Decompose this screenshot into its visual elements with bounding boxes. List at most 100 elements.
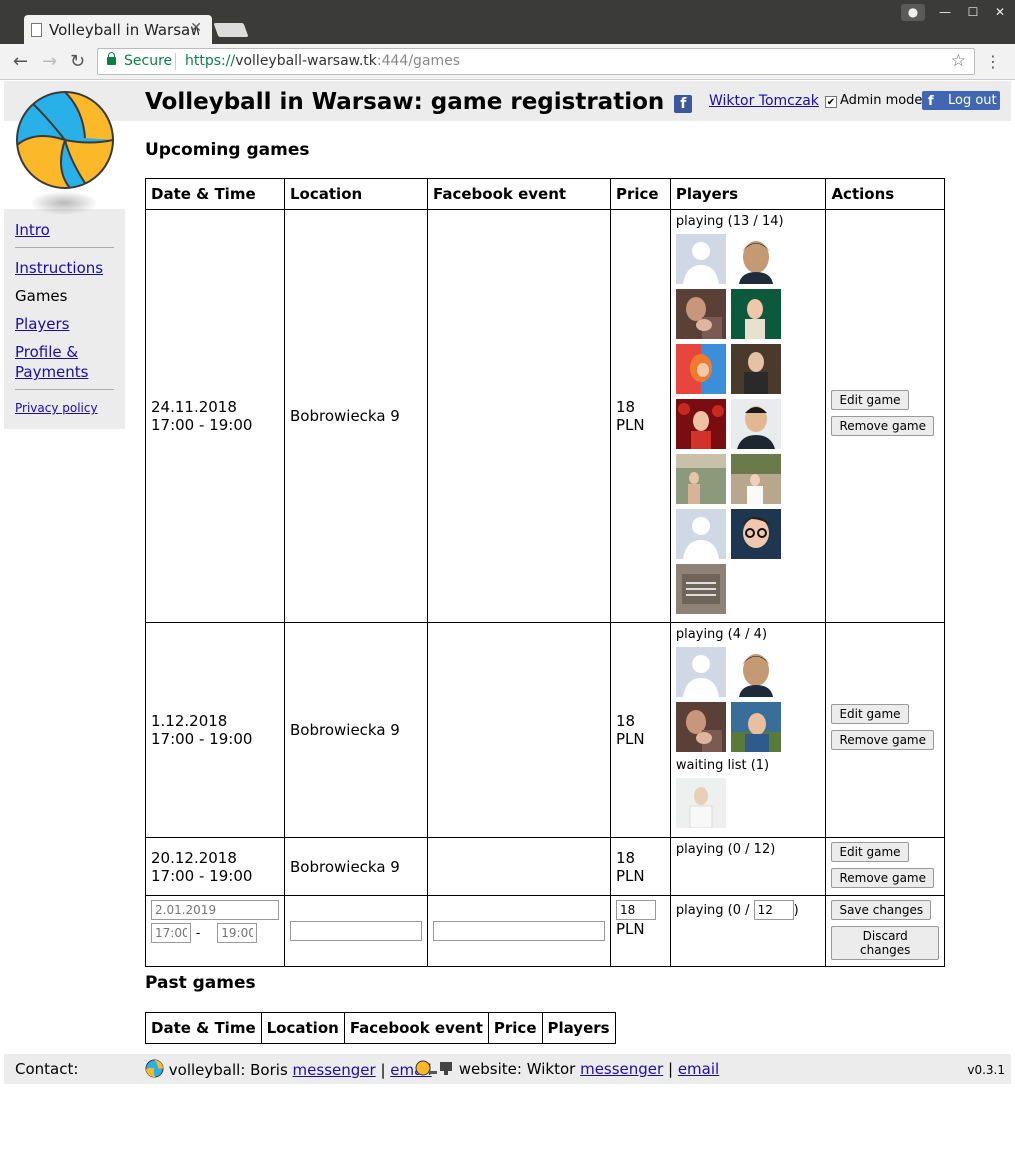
sidebar-item-profile[interactable]: Profile &: [15, 343, 78, 361]
game-players: playing (13 / 14): [669, 209, 827, 623]
sidebar-item-instructions[interactable]: Instructions: [15, 259, 103, 277]
facebook-icon[interactable]: f: [674, 95, 693, 113]
avatar[interactable]: [675, 344, 726, 394]
new-game-actions: Save changes Discard changes: [825, 895, 945, 967]
admin-mode-checkbox[interactable]: ✔: [825, 96, 837, 108]
sidebar-item-privacy-policy[interactable]: Privacy policy: [15, 401, 98, 415]
avatar[interactable]: [675, 289, 726, 339]
browser-menu-icon[interactable]: ⋮: [985, 52, 1001, 71]
avatar[interactable]: [675, 564, 726, 614]
url-port: :444: [376, 53, 409, 69]
user-profile-link[interactable]: Wiktor Tomczak: [709, 93, 819, 109]
bookmark-star-icon[interactable]: ☆: [951, 51, 966, 71]
discard-changes-button[interactable]: Discard changes: [831, 926, 939, 960]
game-date: 24.11.2018: [151, 398, 237, 416]
remove-game-button[interactable]: Remove game: [831, 868, 935, 888]
avatar[interactable]: [730, 344, 781, 394]
edit-game-button[interactable]: Edit game: [831, 390, 909, 410]
table-row: 20.12.2018 17:00 - 19:00 Bobrowiecka 9 18…: [145, 837, 945, 896]
save-changes-button[interactable]: Save changes: [831, 900, 932, 920]
avatar[interactable]: [675, 778, 726, 829]
avatar[interactable]: [730, 509, 781, 559]
sidebar-item-payments[interactable]: Payments: [15, 363, 88, 381]
avatar[interactable]: [730, 234, 781, 284]
contact-label: Contact:: [15, 1060, 79, 1078]
new-game-facebook-input[interactable]: [433, 921, 605, 941]
browser-tab[interactable]: Volleyball in Warsaw ✕: [24, 15, 212, 45]
new-game-players: playing (0 / ): [669, 895, 827, 967]
new-game-date-time: -: [145, 895, 285, 967]
avatar[interactable]: [675, 702, 726, 752]
game-date-time: 20.12.2018 17:00 - 19:00: [145, 837, 285, 896]
column-header: Date & Time: [145, 178, 285, 210]
url-host: volleyball-warsaw.tk: [235, 53, 377, 69]
tab-close-icon[interactable]: ✕: [190, 20, 202, 36]
address-bar[interactable]: Secure https://volleyball-warsaw.tk:444/…: [97, 48, 975, 75]
playing-prefix: playing (0 /: [675, 903, 754, 918]
volleyball-icon: [145, 1059, 164, 1078]
max-players-input[interactable]: [753, 900, 794, 920]
boris-messenger-link[interactable]: messenger: [293, 1061, 376, 1079]
maximize-icon[interactable]: ☐: [961, 4, 985, 21]
new-game-end-time-input[interactable]: [217, 923, 258, 943]
avatar[interactable]: [675, 234, 726, 284]
logout-button[interactable]: f Log out: [922, 91, 1000, 110]
remove-game-button[interactable]: Remove game: [831, 730, 935, 750]
column-header: Price: [610, 178, 671, 210]
new-tab-button[interactable]: [213, 23, 249, 37]
column-header: Price: [487, 1012, 543, 1044]
game-location: Bobrowiecka 9: [284, 622, 428, 838]
game-location: Bobrowiecka 9: [284, 209, 428, 623]
sidebar-item-intro[interactable]: Intro: [15, 221, 50, 239]
secure-label: Secure: [124, 53, 173, 69]
new-game-start-time-input[interactable]: [151, 923, 191, 943]
new-game-date-input[interactable]: [151, 900, 279, 920]
game-date-time: 1.12.2018 17:00 - 19:00: [145, 622, 285, 838]
volleyball-logo-icon[interactable]: [15, 90, 115, 190]
profile-icon[interactable]: ●: [901, 4, 925, 21]
avatar[interactable]: [730, 399, 781, 449]
new-game-location-input[interactable]: [290, 921, 422, 941]
avatar[interactable]: [730, 702, 781, 752]
page-icon: [31, 23, 42, 37]
avatar[interactable]: [675, 399, 726, 449]
minimize-icon[interactable]: —: [933, 4, 957, 21]
volleyball-contact: volleyball: Boris messenger | email: [145, 1059, 432, 1079]
back-icon[interactable]: ←: [13, 51, 28, 72]
reload-icon[interactable]: ↻: [70, 51, 85, 72]
player-avatars: [675, 234, 821, 614]
sidebar-divider: [15, 247, 114, 248]
wiktor-messenger-link[interactable]: messenger: [580, 1060, 663, 1078]
avatar[interactable]: [675, 454, 726, 504]
forward-icon[interactable]: →: [42, 51, 57, 72]
new-game-location: [284, 895, 428, 967]
url-text[interactable]: https://volleyball-warsaw.tk:444/games: [185, 53, 460, 69]
edit-game-button[interactable]: Edit game: [831, 842, 909, 862]
avatar[interactable]: [730, 289, 781, 339]
avatar[interactable]: [675, 647, 726, 697]
remove-game-button[interactable]: Remove game: [831, 416, 935, 436]
sidebar-item-games[interactable]: Games: [15, 287, 67, 305]
table-header-row: Date & Time Location Facebook event Pric…: [145, 1012, 616, 1044]
sidebar-item-players[interactable]: Players: [15, 315, 70, 333]
close-window-icon[interactable]: ✕: [988, 4, 1012, 21]
new-game-price: PLN: [610, 895, 671, 967]
edit-game-button[interactable]: Edit game: [831, 704, 909, 724]
avatar[interactable]: [675, 509, 726, 559]
upcoming-games-title: Upcoming games: [145, 140, 310, 160]
column-header: Location: [260, 1012, 345, 1044]
table-row: 24.11.2018 17:00 - 19:00 Bobrowiecka 9 18…: [145, 209, 945, 623]
admin-mode-label: Admin mode: [840, 93, 923, 108]
browser-toolbar: ← → ↻ Secure https://volleyball-warsaw.t…: [0, 44, 1015, 80]
currency-label: PLN: [616, 920, 645, 938]
avatar[interactable]: [730, 454, 781, 504]
version-label: v0.3.1: [967, 1063, 1005, 1077]
game-players: playing (0 / 12): [669, 837, 827, 896]
new-game-price-input[interactable]: [616, 900, 656, 920]
wiktor-email-link[interactable]: email: [678, 1060, 719, 1078]
avatar[interactable]: [730, 647, 781, 697]
game-actions: Edit game Remove game: [825, 622, 945, 838]
page-title: Volleyball in Warsaw: game registration …: [145, 89, 693, 115]
admin-mode-toggle[interactable]: ✔ Admin mode: [825, 93, 922, 108]
facebook-f-icon: f: [928, 94, 934, 109]
